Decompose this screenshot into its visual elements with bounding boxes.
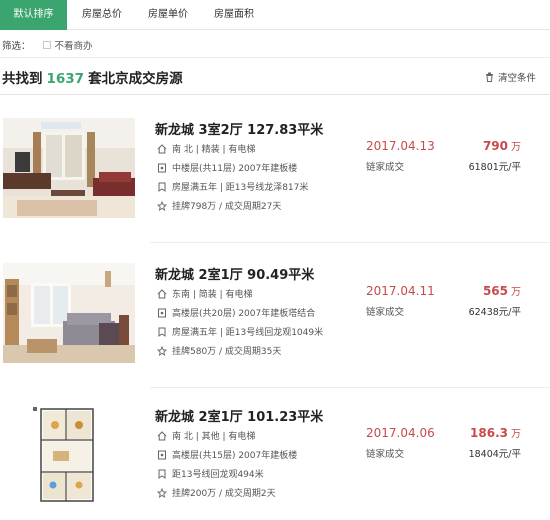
badge-icon (155, 181, 168, 192)
tags-info: 房屋满五年 | 距13号线龙泽817米 (155, 180, 308, 193)
tags-info: 距13号线回龙观494米 (155, 467, 264, 480)
listing-title[interactable]: 新龙城 2室1厅 90.49平米 (155, 264, 314, 283)
total-price-value: 790 (482, 139, 508, 153)
price-unit: 万 (511, 287, 521, 298)
tags-info-text: 房屋满五年 | 距13号线龙泽817米 (172, 183, 309, 193)
divider (150, 242, 550, 243)
house-info: 南 北 | 其他 | 有电梯 (155, 429, 255, 442)
price-unit: 万 (511, 429, 521, 440)
badge-icon (155, 468, 168, 479)
deal-info-text: 挂牌580万 / 成交周期35天 (172, 347, 282, 357)
badge-icon (155, 326, 168, 337)
deal-info-text: 挂牌200万 / 成交周期2天 (172, 489, 276, 499)
house-info-text: 南 北 | 精装 | 有电梯 (172, 145, 256, 155)
result-number: 1637 (46, 71, 85, 87)
tags-info-text: 房屋满五年 | 距13号线回龙观1049米 (172, 328, 324, 338)
tags-info-text: 距13号线回龙观494米 (172, 470, 264, 480)
deal-info: 挂牌200万 / 成交周期2天 (155, 486, 276, 499)
house-info: 东南 | 简装 | 有电梯 (155, 287, 253, 300)
floor-info: 高楼层(共15层) 2007年建板楼 (155, 448, 297, 461)
trash-icon (485, 72, 493, 82)
tab-total-price[interactable]: 房屋总价 (69, 0, 135, 30)
floor-info-text: 高楼层(共15层) 2007年建板楼 (172, 451, 298, 461)
floor-info-text: 中楼层(共11层) 2007年建板楼 (172, 164, 298, 174)
result-suffix: 套北京成交房源 (88, 71, 183, 87)
agent-label: 链家成交 (366, 307, 405, 318)
total-price: 186.3 万 (470, 425, 521, 440)
result-count: 共找到 1637 套北京成交房源 (2, 67, 183, 87)
price-unit: 万 (511, 142, 521, 153)
home-icon (155, 288, 168, 299)
deal-info: 挂牌580万 / 成交周期35天 (155, 344, 281, 357)
deal-date: 2017.04.06 (366, 426, 435, 440)
tag-icon (155, 487, 168, 498)
result-prefix: 共找到 (2, 71, 43, 87)
clear-filters-button[interactable]: 清空条件 (485, 70, 536, 84)
unit-price: 61801元/平 (468, 162, 521, 173)
unit-price: 62438元/平 (468, 307, 521, 318)
total-price: 790 万 (483, 138, 521, 153)
house-info-text: 南 北 | 其他 | 有电梯 (172, 432, 256, 442)
house-info: 南 北 | 精装 | 有电梯 (155, 142, 255, 155)
listing-item[interactable]: 新龙城 2室1厅 101.23平米 南 北 | 其他 | 有电梯 高楼层(共15… (0, 405, 550, 520)
building-icon (155, 162, 168, 173)
home-icon (155, 143, 168, 154)
building-icon (155, 449, 168, 460)
filter-label: 筛选： (2, 41, 31, 52)
total-price-value: 186.3 (470, 426, 508, 440)
house-info-text: 东南 | 简装 | 有电梯 (172, 290, 253, 300)
listing-floorplan[interactable] (3, 405, 135, 505)
sort-tabs: 默认排序 房屋总价 房屋单价 房屋面积 (0, 0, 550, 30)
tags-info: 房屋满五年 | 距13号线回龙观1049米 (155, 325, 323, 338)
tab-area[interactable]: 房屋面积 (201, 0, 267, 30)
listing-item[interactable]: 新龙城 3室2厅 127.83平米 南 北 | 精装 | 有电梯 中楼层(共11… (0, 118, 550, 243)
filter-bar: 筛选： 不看商办 (2, 38, 93, 52)
divider (150, 387, 550, 388)
total-price-value: 565 (482, 284, 508, 298)
floor-info-text: 高楼层(共20层) 2007年建板塔结合 (172, 309, 316, 319)
tab-unit-price[interactable]: 房屋单价 (135, 0, 201, 30)
floor-info: 高楼层(共20层) 2007年建板塔结合 (155, 306, 315, 319)
floor-info: 中楼层(共11层) 2007年建板楼 (155, 161, 297, 174)
building-icon (155, 307, 168, 318)
clear-filters-label: 清空条件 (497, 73, 536, 84)
deal-info-text: 挂牌798万 / 成交周期27天 (172, 202, 282, 212)
tag-icon (155, 345, 168, 356)
divider (0, 94, 550, 95)
total-price: 565 万 (483, 283, 521, 298)
divider (0, 57, 550, 58)
agent-label: 链家成交 (366, 162, 405, 173)
exclude-commercial-label[interactable]: 不看商办 (55, 38, 93, 52)
deal-date: 2017.04.13 (366, 139, 435, 153)
listing-photo[interactable] (3, 263, 135, 363)
agent-label: 链家成交 (366, 449, 405, 460)
tag-icon (155, 200, 168, 211)
unit-price: 18404元/平 (468, 449, 521, 460)
exclude-commercial-checkbox[interactable] (42, 41, 51, 49)
listing-photo[interactable] (3, 118, 135, 218)
listing-item[interactable]: 新龙城 2室1厅 90.49平米 东南 | 简装 | 有电梯 高楼层(共20层)… (0, 263, 550, 388)
deal-date: 2017.04.11 (366, 284, 435, 298)
listing-title[interactable]: 新龙城 2室1厅 101.23平米 (155, 406, 323, 425)
listing-title[interactable]: 新龙城 3室2厅 127.83平米 (155, 119, 323, 138)
tab-default-sort[interactable]: 默认排序 (0, 0, 67, 30)
home-icon (155, 430, 168, 441)
deal-info: 挂牌798万 / 成交周期27天 (155, 199, 281, 212)
